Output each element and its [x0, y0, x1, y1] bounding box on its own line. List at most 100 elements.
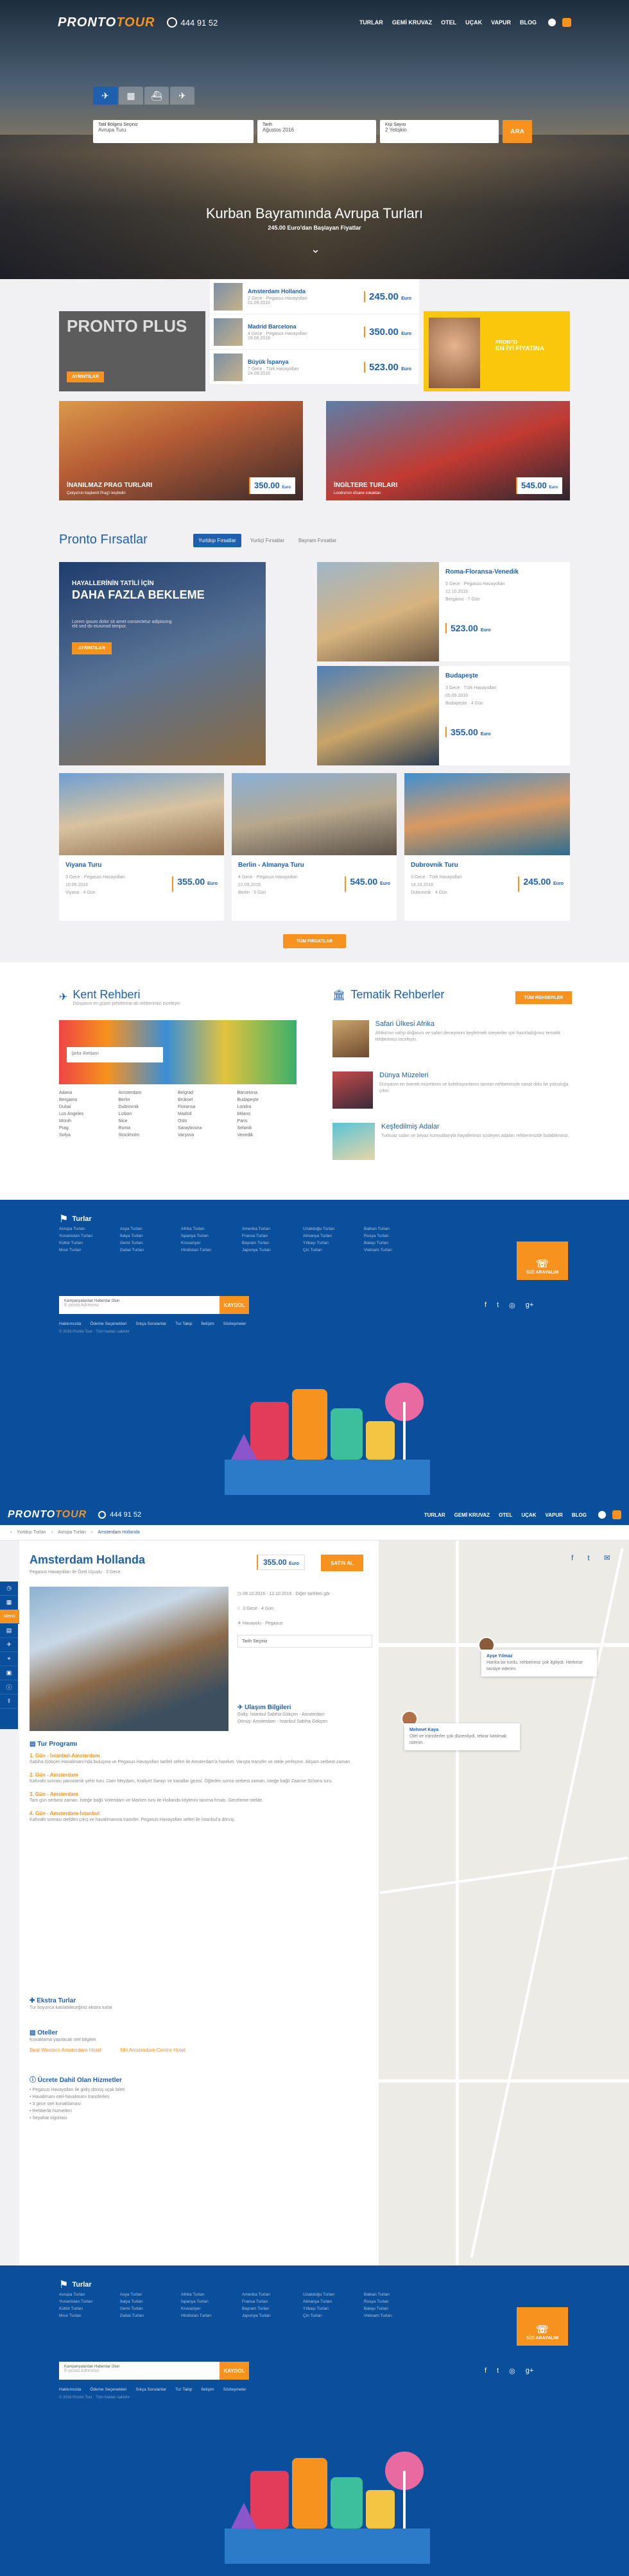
city-link[interactable]: Londra	[237, 1105, 297, 1109]
city-link[interactable]: Oslo	[178, 1119, 237, 1123]
city-link[interactable]: Budapeşte	[237, 1098, 297, 1102]
theme-item[interactable]: Keşfedilmiş Adalar Turkuaz suları ve beya…	[332, 1123, 571, 1160]
hotel-link[interactable]: Best Western Amsterdam Hotel	[30, 2047, 101, 2053]
date-field[interactable]: Tarih Ağustos 2016	[257, 120, 376, 143]
city-link[interactable]: Barselona	[237, 1091, 297, 1095]
theme-item[interactable]: Safari Ülkesi Afrika Afrika'nın vahşi doğ…	[332, 1020, 571, 1057]
footer-link[interactable]: Dubai Turları	[120, 1248, 181, 1252]
footer-bottom-link[interactable]: Hakkımızda	[59, 2387, 81, 2392]
hotel-icon[interactable]: ▤	[0, 1624, 18, 1638]
footer-link[interactable]: Mısır Turları	[59, 1248, 120, 1252]
footer-link[interactable]: İtalya Turları	[120, 2299, 181, 2304]
guests-field[interactable]: Kişi Sayısı 2 Yetişkin	[380, 120, 499, 143]
footer-link[interactable]: Japonya Turları	[242, 2314, 303, 2318]
search-button[interactable]: ARA	[503, 120, 532, 143]
city-link[interactable]: Dubai	[59, 1105, 119, 1109]
footer-bottom-link[interactable]: Ödeme Seçenekleri	[90, 1322, 126, 1326]
twitter-icon[interactable]: t	[497, 2367, 499, 2375]
nav-item-vapur[interactable]: VAPUR	[491, 19, 511, 26]
footer-link[interactable]: Asya Turları	[120, 1227, 181, 1231]
nav-item-turlar[interactable]: TURLAR	[359, 19, 383, 26]
footer-link[interactable]: Uzakdoğu Turları	[303, 1227, 364, 1231]
footer-link[interactable]: Çin Turları	[303, 2314, 364, 2318]
googleplus-icon[interactable]: g+	[526, 1301, 534, 1309]
nav-item-ucak[interactable]: UÇAK	[521, 1512, 536, 1518]
theme-item[interactable]: Dünya Müzeleri Dünyanın en önemli müzeler…	[332, 1071, 571, 1109]
footer-link[interactable]: Balkan Turları	[364, 2292, 425, 2297]
instagram-icon[interactable]: ◎	[509, 2367, 515, 2375]
footer-bottom-link[interactable]: İletişim	[202, 1322, 214, 1326]
back-icon[interactable]: ‹	[10, 1530, 12, 1535]
phone-number[interactable]: 444 91 52	[166, 17, 218, 28]
tab-hotel-icon[interactable]: ▦	[119, 87, 143, 105]
footer-link[interactable]: Amerika Turları	[242, 2292, 303, 2297]
footer-bottom-link[interactable]: Tur Takip	[175, 1322, 192, 1326]
footer-link[interactable]: Yılbaşı Turları	[303, 2307, 364, 2311]
prague-tile[interactable]: İNANILMAZ PRAG TURLARI Çekya'nın başkent…	[59, 401, 303, 500]
footer-link[interactable]: İtalya Turları	[120, 1234, 181, 1238]
clock-icon[interactable]: ◷	[0, 1582, 18, 1596]
footer-link[interactable]: Afrika Turları	[181, 2292, 242, 2297]
destination-field[interactable]: Tatil Bölgesi Seçiniz Avrupa Turu	[93, 120, 254, 143]
deal-card[interactable]: Budapeşte 3 Gece · Türk Havayolları 05.09…	[317, 666, 570, 765]
breadcrumb-item[interactable]: Yurtdışı Turları	[17, 1530, 46, 1535]
featured-item[interactable]: Amsterdam Hollanda 2 Gece · Pegasus Havay…	[210, 279, 419, 314]
footer-link[interactable]: Dubai Turları	[120, 2314, 181, 2318]
logo[interactable]: PRONTOTOUR	[8, 1509, 87, 1521]
city-link[interactable]: Münih	[59, 1119, 119, 1123]
call-me-box[interactable]: ☏ SİZİ ARAYALIM	[517, 1241, 568, 1280]
footer-link[interactable]: Amerika Turları	[242, 1227, 303, 1231]
footer-link[interactable]: Kruvaziyer	[181, 2307, 242, 2311]
footer-link[interactable]: Japonya Turları	[242, 1248, 303, 1252]
hotel-link[interactable]: NH Amsterdam Centre Hotel	[120, 2047, 185, 2053]
map-view[interactable]: f t ✉ Ayşe Yılmaz Harika bir turdu, rehberi…	[379, 1540, 629, 2265]
nav-item-turlar[interactable]: TURLAR	[424, 1512, 445, 1518]
user-icon[interactable]	[548, 19, 556, 26]
footer-link[interactable]: Vietnam Turları	[364, 1248, 425, 1252]
city-link[interactable]: Selanik	[237, 1126, 297, 1130]
footer-bottom-link[interactable]: İletişim	[202, 2387, 214, 2392]
footer-link[interactable]: Balkan Turları	[364, 1227, 425, 1231]
deal-card[interactable]: Dubrovnik Turu 3 Gece · Türk Havayolları…	[404, 773, 570, 921]
logo[interactable]: PRONTOTOUR	[58, 15, 155, 30]
footer-link[interactable]: Fransa Turları	[242, 1234, 303, 1238]
breadcrumb-item[interactable]: Avrupa Turları	[58, 1530, 86, 1535]
footer-link[interactable]: Gemi Turları	[120, 2307, 181, 2311]
city-link[interactable]: Adana	[59, 1091, 119, 1095]
footer-link[interactable]: Fransa Turları	[242, 2299, 303, 2304]
tour-photo[interactable]	[30, 1587, 228, 1731]
city-link[interactable]: Brüksel	[178, 1098, 237, 1102]
pronto-plus-promo[interactable]: PRONTO PLUS AYRINTILAR	[59, 311, 205, 391]
nav-item-gemi[interactable]: GEMİ KRUVAZ	[392, 19, 432, 26]
cart-icon[interactable]	[612, 1510, 621, 1519]
footer-link[interactable]: Yunanistan Turları	[59, 2299, 120, 2304]
footer-link[interactable]: Bayram Turları	[242, 1241, 303, 1245]
city-link[interactable]: Milano	[237, 1112, 297, 1116]
footer-link[interactable]: Asya Turları	[120, 2292, 181, 2297]
footer-bottom-link[interactable]: Sözleşmeler	[223, 1322, 246, 1326]
card-button[interactable]: AYRINTILAR	[72, 642, 112, 654]
tab-tour-icon[interactable]: ✈	[93, 87, 117, 105]
tab-yurtici[interactable]: Yurtiçi Fırsatlar	[245, 534, 289, 547]
city-link[interactable]: Floransa	[178, 1105, 237, 1109]
twitter-icon[interactable]: t	[587, 1553, 589, 1562]
footer-bottom-link[interactable]: Ödeme Seçenekleri	[90, 2387, 126, 2392]
city-link[interactable]: Madrid	[178, 1112, 237, 1116]
deal-card[interactable]: Roma-Floransa-Venedik 5 Gece · Pegasus H…	[317, 562, 570, 661]
footer-link[interactable]: Çin Turları	[303, 1248, 364, 1252]
promo-button[interactable]: AYRINTILAR	[67, 371, 104, 382]
nav-item-ucak[interactable]: UÇAK	[465, 19, 482, 26]
best-price-promo[interactable]: PRONTO EN İYİ FİYATINA	[424, 311, 570, 391]
deal-card[interactable]: Viyana Turu 3 Gece · Pegasus Havayolları…	[59, 773, 224, 921]
map-icon[interactable]: ⌖	[0, 1652, 18, 1666]
buy-button[interactable]: SATIN AL	[321, 1555, 363, 1571]
nav-item-otel[interactable]: OTEL	[441, 19, 456, 26]
newsletter-button[interactable]: KAYDOL	[220, 2362, 249, 2380]
googleplus-icon[interactable]: g+	[526, 2367, 534, 2375]
footer-bottom-link[interactable]: Tur Takip	[175, 2387, 192, 2392]
footer-link[interactable]: Kültür Turları	[59, 1241, 120, 1245]
footer-link[interactable]: Yunanistan Turları	[59, 1234, 120, 1238]
footer-link[interactable]: Balayı Turları	[364, 2307, 425, 2311]
footer-link[interactable]: Almanya Turları	[303, 2299, 364, 2304]
tab-bayram[interactable]: Bayram Fırsatlar	[293, 534, 341, 547]
